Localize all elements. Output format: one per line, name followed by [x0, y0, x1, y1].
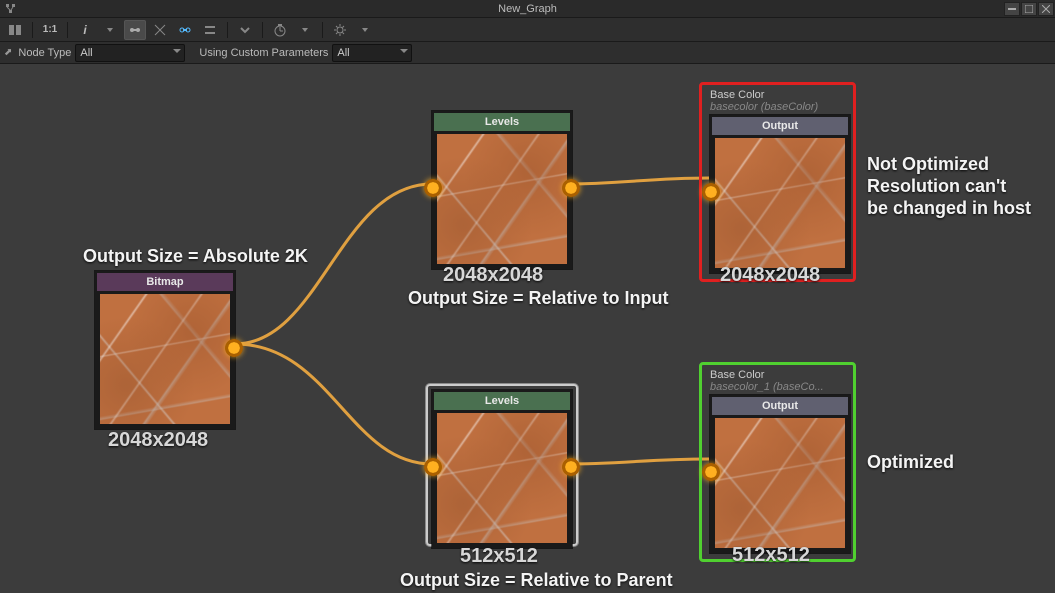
filterbar: ⬈ Node Type All Using Custom Parameters … — [0, 42, 1055, 64]
node-levels-2[interactable]: Levels — [432, 390, 572, 548]
toolbar-dropdown2-icon[interactable] — [294, 20, 316, 40]
annotation-bitmap: Output Size = Absolute 2K — [83, 246, 308, 267]
node-levels-1-thumb — [437, 134, 567, 264]
node-levels-2-input-port[interactable] — [424, 458, 442, 476]
node-levels-2-output-port[interactable] — [562, 458, 580, 476]
custom-params-label: Using Custom Parameters — [199, 47, 328, 59]
node-output-1-input-port[interactable] — [702, 183, 720, 201]
custom-params-select[interactable]: All — [332, 44, 412, 62]
toolbar-info-icon[interactable]: i — [74, 20, 96, 40]
output-group-2-sub: basecolor_1 (baseCo... — [710, 381, 849, 393]
output-group-1[interactable]: Base Color basecolor (baseColor) Output — [699, 82, 856, 282]
node-output-2-input-port[interactable] — [702, 463, 720, 481]
node-bitmap-output-port[interactable] — [225, 339, 243, 357]
window-title: New_Graph — [498, 3, 557, 15]
window-button-1[interactable] — [1004, 2, 1020, 16]
toolbar-snap-icon[interactable] — [149, 20, 171, 40]
window-button-2[interactable] — [1021, 2, 1037, 16]
output-group-2-title: Base Color — [710, 369, 849, 381]
toolbar-expand-icon[interactable] — [234, 20, 256, 40]
toolbar-align-icon[interactable] — [199, 20, 221, 40]
node-bitmap-dimensions: 2048x2048 — [108, 429, 208, 452]
popout-icon[interactable]: ⬈ — [4, 47, 12, 58]
graph-canvas[interactable]: Bitmap 2048x2048 Output Size = Absolute … — [0, 64, 1055, 593]
toolbar-link-icon[interactable] — [174, 20, 196, 40]
node-bitmap[interactable]: Bitmap — [95, 271, 235, 429]
toolbar-node-icon[interactable] — [124, 20, 146, 40]
toolbar-split-icon[interactable] — [4, 20, 26, 40]
node-output-1-title: Output — [712, 117, 848, 135]
window-titlebar: New_Graph — [0, 0, 1055, 18]
nodetype-label: Node Type — [18, 47, 71, 59]
node-output-1[interactable]: Output — [710, 115, 850, 273]
annotation-levels2: Output Size = Relative to Parent — [400, 570, 673, 591]
node-levels-2-title: Levels — [434, 392, 570, 410]
node-levels-1-input-port[interactable] — [424, 179, 442, 197]
node-output-1-dimensions: 2048x2048 — [720, 264, 820, 287]
node-output-2-dimensions: 512x512 — [732, 544, 810, 567]
node-levels-1-output-port[interactable] — [562, 179, 580, 197]
annotation-right-2: Optimized — [867, 452, 954, 473]
window-button-3[interactable] — [1038, 2, 1054, 16]
toolbar-timer-icon[interactable] — [269, 20, 291, 40]
annotation-right-1b: Resolution can't — [867, 176, 1006, 197]
node-levels-1[interactable]: Levels — [432, 111, 572, 269]
node-bitmap-thumb — [100, 294, 230, 424]
toolbar-settings-icon[interactable] — [329, 20, 351, 40]
node-levels-1-dimensions: 2048x2048 — [443, 264, 543, 287]
node-output-2-thumb — [715, 418, 845, 548]
node-levels-2-thumb — [437, 413, 567, 543]
annotation-right-1a: Not Optimized — [867, 154, 989, 175]
annotation-levels1: Output Size = Relative to Input — [408, 288, 669, 309]
nodetype-select[interactable]: All — [75, 44, 185, 62]
node-levels-2-dimensions: 512x512 — [460, 545, 538, 568]
node-bitmap-title: Bitmap — [97, 273, 233, 291]
output-group-2[interactable]: Base Color basecolor_1 (baseCo... Output — [699, 362, 856, 562]
node-levels-1-title: Levels — [434, 113, 570, 131]
toolbar: 1:1 i — [0, 18, 1055, 42]
annotation-right-1c: be changed in host — [867, 198, 1031, 219]
node-output-2[interactable]: Output — [710, 395, 850, 553]
output-group-1-sub: basecolor (baseColor) — [710, 101, 849, 113]
graph-icon — [4, 2, 18, 16]
toolbar-dropdown3-icon[interactable] — [354, 20, 376, 40]
node-output-1-thumb — [715, 138, 845, 268]
toolbar-dropdown1-icon[interactable] — [99, 20, 121, 40]
output-group-1-title: Base Color — [710, 89, 849, 101]
node-output-2-title: Output — [712, 397, 848, 415]
toolbar-fit-icon[interactable]: 1:1 — [39, 20, 61, 40]
